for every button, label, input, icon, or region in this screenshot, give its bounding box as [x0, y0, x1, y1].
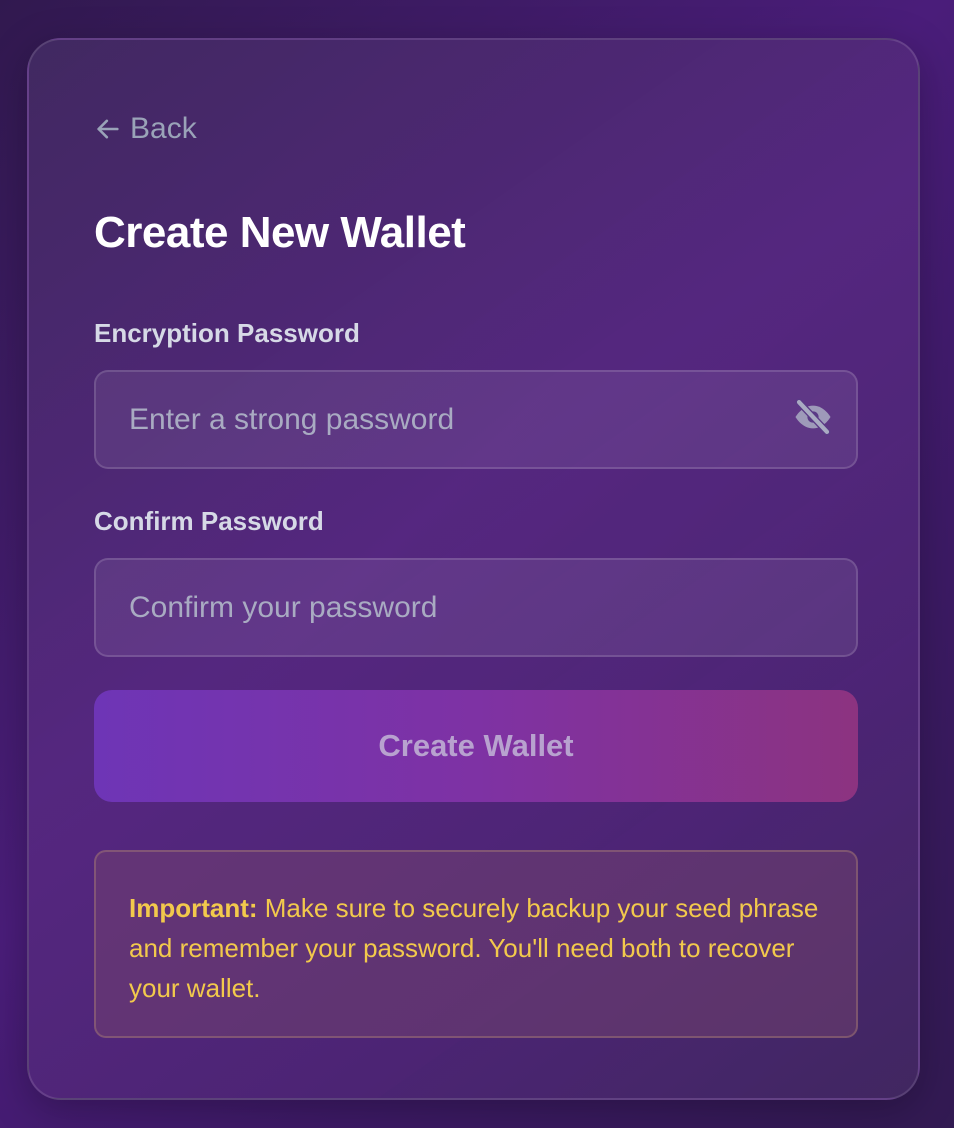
confirm-password-input[interactable]: [96, 560, 856, 655]
create-wallet-button[interactable]: Create Wallet: [94, 690, 858, 802]
create-wallet-card: Back Create New Wallet Encryption Passwo…: [27, 38, 920, 1100]
confirm-password-field: [94, 558, 858, 657]
important-notice: Important: Make sure to securely backup …: [94, 850, 858, 1038]
password-field: [94, 370, 858, 469]
notice-prefix: Important:: [129, 893, 258, 923]
confirm-password-label: Confirm Password: [94, 506, 324, 536]
password-label: Encryption Password: [94, 318, 360, 348]
back-link[interactable]: Back: [94, 112, 197, 146]
page-title: Create New Wallet: [94, 208, 466, 257]
toggle-visibility-button[interactable]: [792, 396, 834, 438]
back-label: Back: [130, 112, 197, 145]
arrow-left-icon: [97, 119, 119, 139]
password-input[interactable]: [96, 372, 856, 467]
eye-off-icon: [795, 398, 831, 436]
